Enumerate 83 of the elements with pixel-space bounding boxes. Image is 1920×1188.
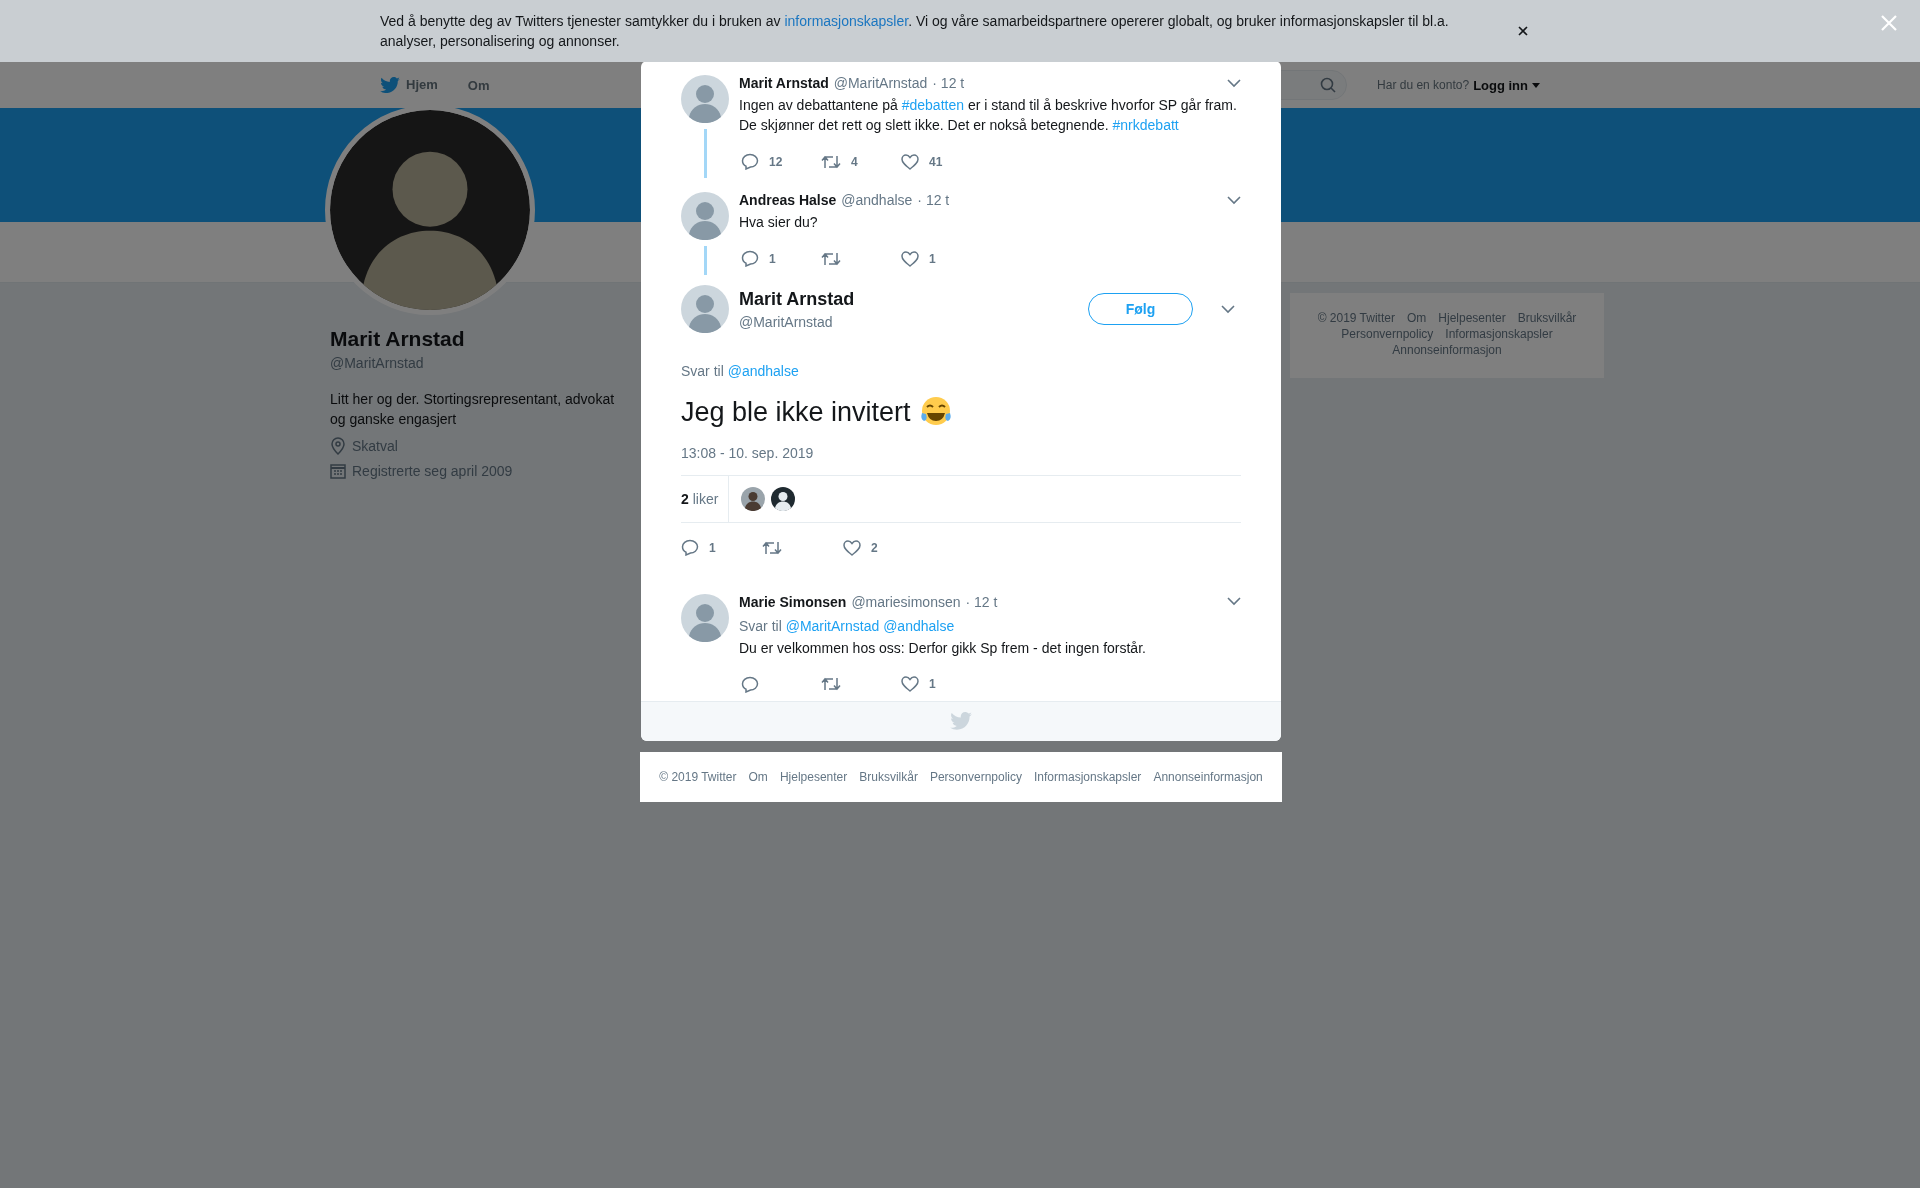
- like-count: 1: [929, 251, 936, 266]
- login-prompt: Har du en konto?: [1377, 78, 1470, 92]
- avatar[interactable]: [741, 487, 766, 511]
- location-pin-icon: [330, 437, 346, 455]
- chevron-down-icon[interactable]: [1227, 597, 1241, 607]
- author-name[interactable]: Marie Simonsen: [739, 593, 847, 610]
- cookie-link[interactable]: informasjonskapsler: [784, 13, 909, 29]
- chevron-down-icon[interactable]: [1227, 195, 1241, 205]
- mention-link[interactable]: @andhalse: [727, 363, 799, 379]
- chevron-down-icon[interactable]: [1221, 304, 1235, 314]
- reply-icon[interactable]: [741, 153, 759, 170]
- footer-link[interactable]: Hjelpesenter: [779, 770, 848, 784]
- reply-icon[interactable]: [741, 250, 759, 267]
- bird-icon: [380, 76, 400, 94]
- footer-link[interactable]: Om: [1406, 311, 1427, 325]
- profile-bio: Litt her og der. Stortingsrepresentant, advokat og ganske engasjert: [330, 390, 616, 429]
- author-handle[interactable]: @mariesimonsen: [851, 593, 961, 610]
- profile-joined: Registrerte seg april 2009: [352, 463, 513, 479]
- retweet-count: 4: [851, 154, 858, 169]
- cookie-notice: Ved å benytte deg av Twitters tjenester samtykker du i bruken av informasjonskapsler. Vi og våre samarbeidspartnere opererer globalt, og bruker informasjonskapsler til bl.a. analyser, personalisering og annonser.: [380, 12, 1450, 51]
- heart-icon[interactable]: [901, 153, 919, 170]
- author-name[interactable]: Andreas Halse: [739, 192, 837, 208]
- author-handle[interactable]: @MaritArnstad: [833, 75, 928, 91]
- tweet-time[interactable]: · 12 t: [932, 75, 965, 91]
- heart-icon[interactable]: [843, 539, 861, 556]
- footer-link[interactable]: Personvernpolicy: [1341, 327, 1434, 341]
- hashtag-link[interactable]: #debatten: [901, 97, 964, 113]
- reply-count: 1: [769, 251, 776, 266]
- reply-count: 1: [709, 540, 716, 555]
- tweet-time[interactable]: · 12 t: [917, 192, 950, 208]
- bird-icon: [950, 712, 972, 731]
- reply-count: 12: [769, 154, 783, 169]
- hashtag-link[interactable]: #nrkdebatt: [1112, 117, 1179, 133]
- tweet-time[interactable]: · 12 t: [965, 593, 998, 610]
- author-name[interactable]: Marit Arnstad: [739, 75, 829, 91]
- tweet-text: Hva sier du?: [739, 213, 819, 232]
- reply-icon[interactable]: [741, 675, 759, 693]
- footer-link[interactable]: Bruksvilkår: [1517, 311, 1577, 325]
- likes-summary[interactable]: 2 liker: [681, 491, 719, 507]
- retweet-icon[interactable]: [821, 153, 841, 170]
- profile-name: Marit Arnstad: [330, 327, 466, 351]
- author-handle[interactable]: @MaritArnstad: [739, 313, 855, 330]
- follow-button[interactable]: Følg: [1088, 293, 1193, 325]
- reply-icon[interactable]: [681, 539, 699, 556]
- calendar-icon: [330, 463, 346, 479]
- tweet-text: Du er velkommen hos oss: Derfor gikk Sp frem - det ingen forstår.: [739, 638, 1147, 658]
- reply-to-text: Svar til @andhalse: [681, 363, 800, 379]
- retweet-icon[interactable]: [821, 250, 841, 267]
- avatar[interactable]: [771, 487, 796, 511]
- tweet-timestamp[interactable]: 13:08 - 10. sep. 2019: [681, 445, 1241, 461]
- footer-link[interactable]: Annonseinformasjon: [1392, 343, 1502, 357]
- like-count: 2: [871, 540, 878, 555]
- tweet-text: Ingen av debattantene på #debatten er i stand til å beskrive hvorfor SP går fram. De skjønner det rett og slett ikke. Det er nokså betegnende. #nrkdebatt: [739, 96, 1238, 135]
- mention-link[interactable]: @MaritArnstad: [785, 617, 880, 634]
- chevron-down-icon[interactable]: [1227, 78, 1241, 88]
- reply-to-text: Svar til @MaritArnstad @andhalse: [739, 617, 956, 634]
- footer-link[interactable]: Informasjonskapsler: [1445, 327, 1553, 341]
- heart-icon[interactable]: [901, 250, 919, 267]
- tweet-text: Jeg ble ikke invitert: [681, 396, 911, 428]
- footer-link[interactable]: © 2019 Twitter: [659, 770, 737, 784]
- footer-link[interactable]: Informasjonskapsler: [1034, 770, 1142, 784]
- close-icon[interactable]: [1518, 26, 1528, 36]
- footer-link[interactable]: Bruksvilkår: [859, 770, 918, 784]
- like-count: 1: [929, 677, 936, 692]
- retweet-icon[interactable]: [762, 539, 782, 556]
- author-name[interactable]: Marit Arnstad: [739, 288, 855, 310]
- login-link[interactable]: Logg inn: [1473, 77, 1528, 93]
- footer-link[interactable]: Om: [748, 770, 768, 784]
- search-icon[interactable]: [1320, 77, 1337, 93]
- profile-handle[interactable]: @MaritArnstad: [330, 355, 630, 371]
- footer-link[interactable]: Hjelpesenter: [1438, 311, 1506, 325]
- mention-link[interactable]: @andhalse: [883, 617, 955, 634]
- retweet-icon[interactable]: [821, 676, 841, 693]
- like-count: 41: [929, 154, 943, 169]
- caret-icon[interactable]: [1532, 82, 1540, 88]
- footer-link[interactable]: © 2019 Twitter: [1317, 311, 1395, 325]
- footer-link[interactable]: Personvernpolicy: [929, 770, 1022, 784]
- nav-link[interactable]: Om: [467, 77, 490, 93]
- heart-icon[interactable]: [901, 676, 919, 693]
- footer-link[interactable]: Annonseinformasjon: [1153, 770, 1263, 784]
- author-handle[interactable]: @andhalse: [841, 192, 913, 208]
- nav-link[interactable]: Hjem: [380, 76, 438, 94]
- profile-location: Skatval: [352, 438, 398, 454]
